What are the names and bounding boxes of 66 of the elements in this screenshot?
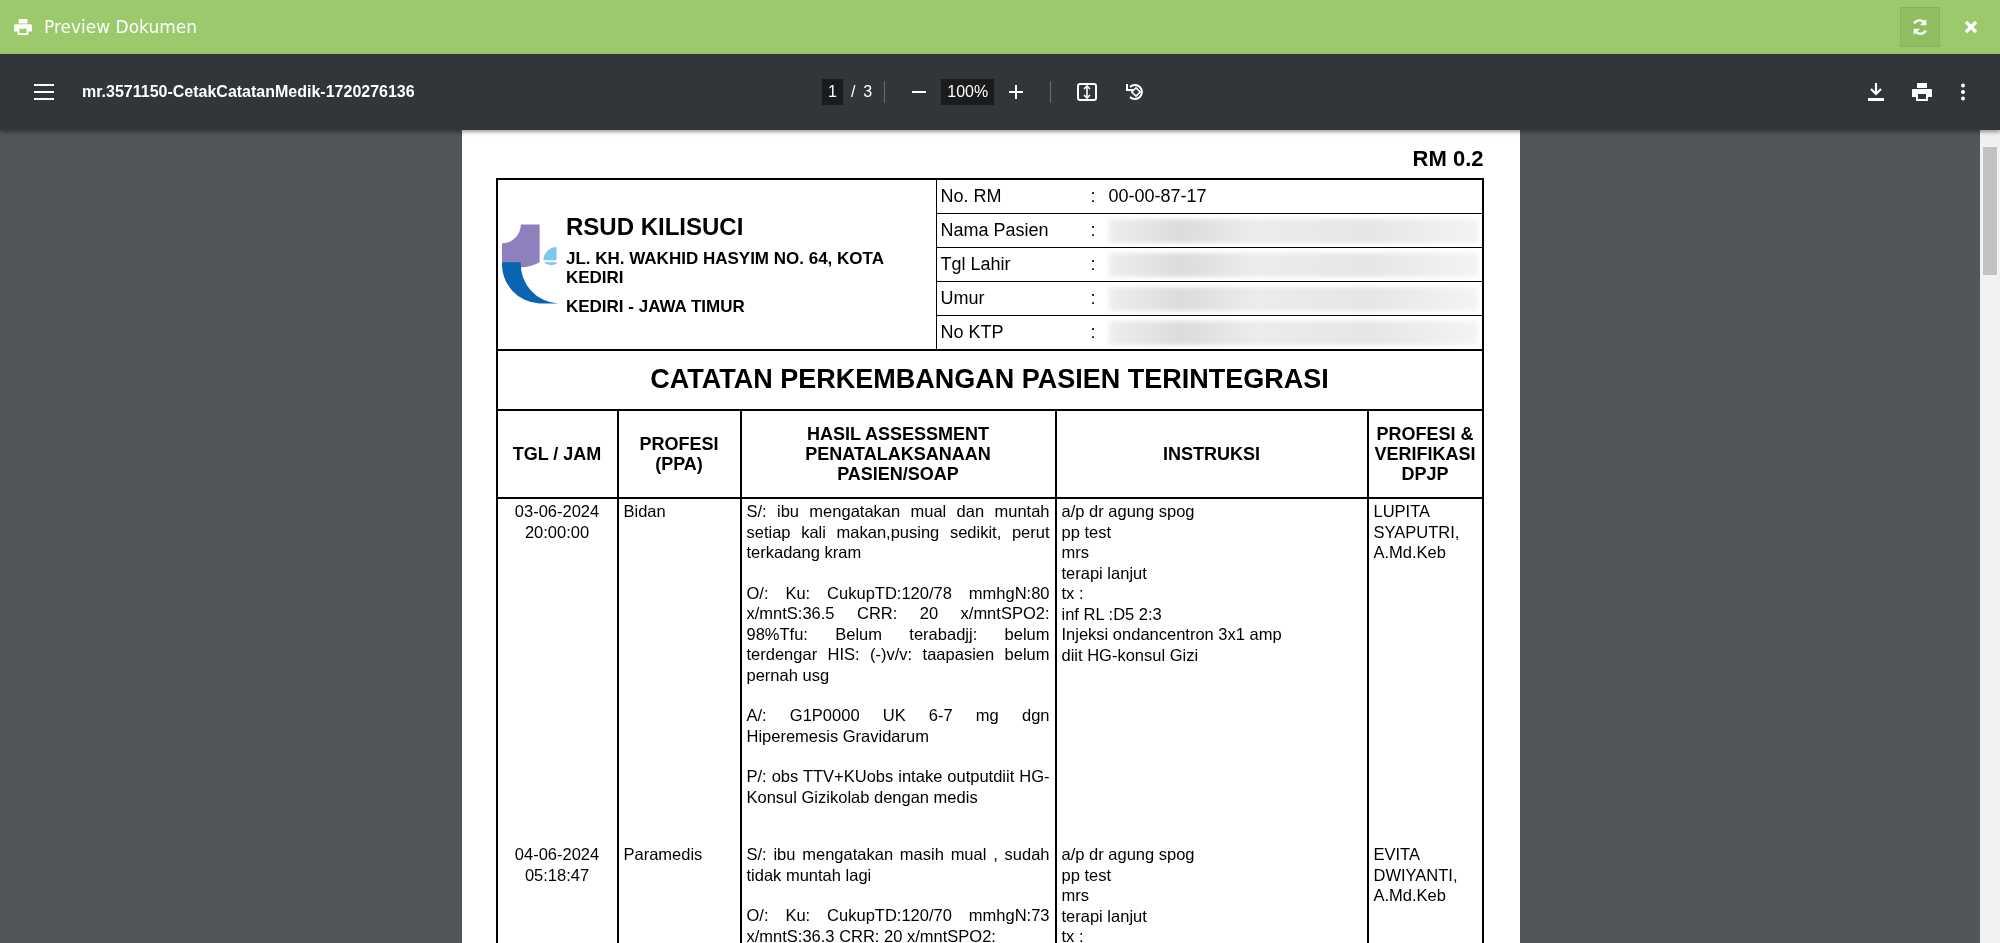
zoom-field[interactable]: 100% bbox=[941, 79, 995, 105]
field-label: Umur bbox=[940, 288, 986, 309]
field-colon: : bbox=[1090, 186, 1097, 207]
page-count: 3 bbox=[863, 83, 873, 101]
soap-paragraph: A/: G1P0000 UK 6-7 mg dgn Hiperemesis Gravidarum bbox=[746, 705, 1050, 746]
profession-text: Paramedis bbox=[623, 845, 703, 863]
menu-icon bbox=[34, 84, 54, 100]
instruction-line: terapi lanjut bbox=[1061, 905, 1148, 926]
document-title: CATATAN PERKEMBANGAN PASIEN TERINTEGRASI bbox=[495, 349, 1484, 411]
column-header: INSTRUKSI bbox=[1055, 411, 1368, 498]
entry-time: 20:00:00 bbox=[523, 521, 591, 542]
page-number-field[interactable]: 1 bbox=[822, 79, 843, 105]
refresh-icon bbox=[1911, 18, 1929, 36]
rotate-icon bbox=[1125, 82, 1146, 102]
close-icon bbox=[1964, 20, 1978, 34]
column-header: PROFESI (PPA) bbox=[617, 411, 741, 498]
instruction-line: pp test bbox=[1061, 864, 1113, 885]
instruction-line: terapi lanjut bbox=[1061, 562, 1148, 583]
more-icon bbox=[1960, 83, 1966, 101]
column-header: HASIL ASSESSMENT PENATALAKSANAAN PASIEN/SOAP bbox=[740, 411, 1056, 498]
soap-paragraph: S/: ibu mengatakan masih mual , sudah tidak muntah lagi bbox=[746, 844, 1050, 885]
instruction-line: pp test bbox=[1061, 521, 1113, 542]
field-colon: : bbox=[1090, 220, 1097, 241]
verifier-name: LUPITA SYAPUTRI, A.Md.Keb bbox=[1373, 502, 1460, 561]
field-colon: : bbox=[1090, 322, 1097, 343]
instruction-line: a/p dr agung spog bbox=[1061, 844, 1196, 865]
entry-time: 05:18:47 bbox=[523, 864, 591, 885]
plus-icon bbox=[1008, 84, 1025, 100]
page-separator: / bbox=[850, 83, 856, 101]
printer-icon bbox=[1912, 83, 1932, 101]
window-title: Preview Dokumen bbox=[44, 17, 197, 37]
hospital-region: KEDIRI - JAWA TIMUR bbox=[565, 297, 746, 316]
soap-paragraph: O/: Ku: CukupTD:120/78 mmhgN:80 x/mntS:36.5 CRR: 20 x/mntSPO2: 98%Tfu: Belum terabadjj: belum terdengar HIS: (-)v/v: taapasien belum pernah usg bbox=[746, 582, 1050, 685]
instruction-line: mrs bbox=[1061, 542, 1090, 563]
verifier-name: EVITA DWIYANTI, A.Md.Keb bbox=[1373, 845, 1458, 904]
column-header: TGL / JAM bbox=[496, 411, 618, 498]
soap-paragraph: P/: obs TTV+KUobs intake outputdiit HG-Konsul Gizikolab dengan medis bbox=[746, 766, 1050, 807]
entry-date: 03-06-2024 bbox=[513, 501, 601, 522]
field-label: Tgl Lahir bbox=[940, 254, 1012, 275]
field-colon: : bbox=[1090, 288, 1097, 309]
field-label: No. RM bbox=[940, 186, 1003, 207]
instruction-line: inf RL :D5 2:3 bbox=[1061, 603, 1163, 624]
form-code: RM 0.2 bbox=[1411, 145, 1484, 173]
field-label: No KTP bbox=[940, 322, 1005, 343]
instruction-line: Injeksi ondancentron 3x1 amp bbox=[1061, 624, 1283, 645]
minus-icon bbox=[911, 91, 928, 93]
field-label: Nama Pasien bbox=[940, 220, 1050, 241]
instruction-line: tx : bbox=[1061, 926, 1085, 943]
hospital-name: RSUD KILISUCI bbox=[565, 213, 745, 241]
printer-icon bbox=[14, 19, 32, 35]
profession-text: Bidan bbox=[623, 502, 666, 520]
file-name: mr.3571150-CetakCatatanMedik-1720276136 bbox=[82, 83, 415, 101]
field-value: 00-00-87-17 bbox=[1108, 186, 1207, 207]
instruction-line: a/p dr agung spog bbox=[1061, 501, 1196, 522]
scrollbar-thumb[interactable] bbox=[1983, 147, 1997, 275]
instruction-line: tx : bbox=[1061, 583, 1085, 604]
download-icon bbox=[1868, 83, 1884, 101]
instruction-line: diit HG-konsul Gizi bbox=[1061, 644, 1200, 665]
field-colon: : bbox=[1090, 254, 1097, 275]
fit-page-icon bbox=[1077, 83, 1098, 101]
soap-paragraph: O/: Ku: CukupTD:120/70 mmhgN:73 x/mntS:36.3 CRR: 20 x/mntSPO2: bbox=[746, 905, 1050, 943]
hospital-address: JL. KH. WAKHID HASYIM NO. 64, KOTA KEDIRI bbox=[565, 249, 885, 287]
entry-date: 04-06-2024 bbox=[513, 844, 601, 865]
instruction-line: mrs bbox=[1061, 885, 1090, 906]
column-header: PROFESI & VERIFIKASI DPJP bbox=[1367, 411, 1483, 498]
soap-paragraph: S/: ibu mengatakan mual dan muntah setiap kali makan,pusing sedikit, perut terkadang kram bbox=[746, 501, 1050, 563]
